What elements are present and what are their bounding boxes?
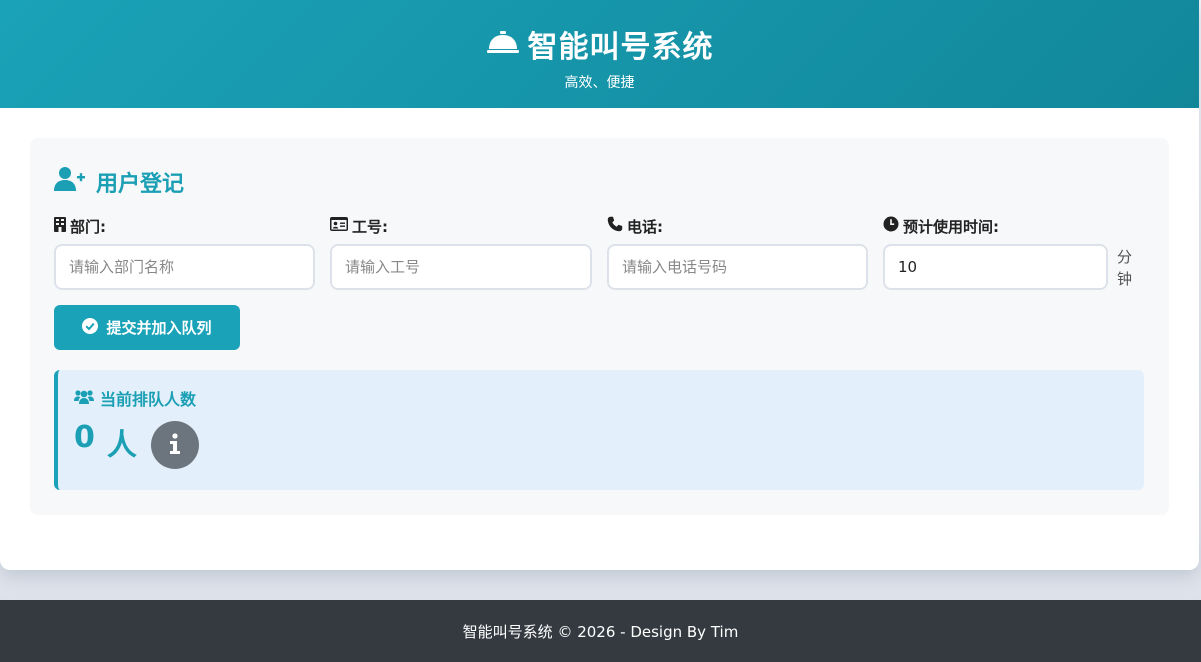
phone-label: 电话: [607,216,868,236]
phone-label-text: 电话: [627,217,663,236]
queue-label-text: 当前排队人数 [100,390,197,409]
employee-id-input[interactable] [330,244,592,290]
department-input[interactable] [54,244,315,290]
check-circle-icon [82,317,99,338]
employee-id-label: 工号: [330,216,592,236]
phone-input[interactable] [607,244,868,290]
department-label-text: 部门: [70,217,106,236]
submit-label: 提交并加入队列 [106,319,212,337]
department-field: 部门: [54,216,315,290]
submit-queue-button[interactable]: 提交并加入队列 [54,305,240,350]
queue-count-unit: 人 [106,428,137,463]
queue-count-value: 0 [74,420,95,455]
title-row: 智能叫号系统 [0,0,1199,66]
page-footer: 智能叫号系统 © 2026 - Design By Tim [0,600,1201,662]
employee-id-field: 工号: [330,216,592,290]
queue-label: 当前排队人数 [74,386,196,410]
duration-input[interactable] [883,244,1108,290]
employee-id-label-text: 工号: [352,217,388,236]
app-title: 智能叫号系统 [527,30,714,65]
clock-icon [883,216,899,236]
duration-label-text: 预计使用时间: [903,217,999,236]
id-card-icon [330,217,348,235]
app-header: 智能叫号系统 高效、便捷 [0,0,1199,108]
queue-count: 0 人 [74,420,137,464]
building-icon [54,216,66,236]
info-button[interactable] [151,421,199,469]
users-icon [74,389,94,408]
queue-status-box: 当前排队人数 0 人 [54,370,1144,490]
section-title: 用户登记 [54,166,184,198]
app-subtitle: 高效、便捷 [564,75,635,91]
phone-icon [607,216,623,236]
duration-unit: 分钟 [1117,248,1133,288]
info-icon [168,432,182,458]
section-title-text: 用户登记 [96,172,185,197]
footer-text: 智能叫号系统 © 2026 - Design By Tim [462,622,739,641]
department-label: 部门: [54,216,315,236]
main-card: 智能叫号系统 高效、便捷 用户登记 部门: 请输入部门名称 工号: 请输入工号 … [0,0,1199,570]
user-plus-icon [54,166,86,198]
registration-panel: 用户登记 部门: 请输入部门名称 工号: 请输入工号 电话: 请输入电话号码 预… [30,138,1169,515]
duration-field: 预计使用时间: [883,216,1108,290]
phone-field: 电话: [607,216,868,290]
duration-label: 预计使用时间: [883,216,1108,236]
bell-icon [486,28,520,60]
